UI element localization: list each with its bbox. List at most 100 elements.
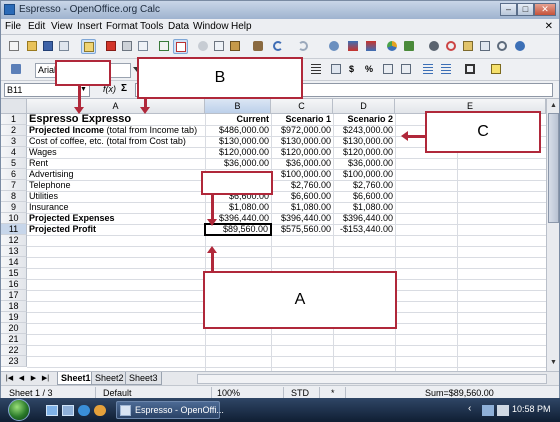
row-header[interactable]: 12 <box>1 235 27 246</box>
clock[interactable]: 10:58 PM <box>512 404 551 414</box>
menu-insert[interactable]: Insert <box>77 21 102 32</box>
menu-format[interactable]: Format <box>106 21 138 32</box>
cell-c7[interactable]: $2,760.00 <box>271 180 333 191</box>
new-document-icon[interactable] <box>7 39 22 54</box>
borders-icon[interactable] <box>463 62 478 77</box>
print-icon[interactable] <box>120 39 135 54</box>
cell-d4[interactable]: $120,000.00 <box>333 147 395 158</box>
cell-b3[interactable]: $130,000.00 <box>205 136 271 147</box>
vertical-scrollbar[interactable]: ▲ ▼ <box>546 99 559 371</box>
undo-icon[interactable] <box>271 39 286 54</box>
menu-edit[interactable]: Edit <box>28 21 45 32</box>
row-header[interactable]: 6 <box>1 169 27 180</box>
row-header[interactable]: 14 <box>1 257 27 268</box>
selection-mode[interactable]: STD <box>291 388 309 398</box>
zoom-icon[interactable] <box>495 39 510 54</box>
select-all-corner[interactable] <box>1 99 27 114</box>
spellcheck-icon[interactable] <box>157 39 172 54</box>
row-header[interactable]: 13 <box>1 246 27 257</box>
cell-d6[interactable]: $100,000.00 <box>333 169 395 180</box>
row-header[interactable]: 19 <box>1 312 27 323</box>
save-icon[interactable] <box>41 39 56 54</box>
background-color-icon[interactable] <box>489 62 504 77</box>
cell-a3[interactable]: Cost of coffee, etc. (total from Cost ta… <box>27 136 205 147</box>
cell-b1[interactable]: Current <box>205 114 271 125</box>
sort-ascending-icon[interactable] <box>346 39 361 54</box>
percent-format-button[interactable]: % <box>365 64 373 74</box>
menu-data[interactable]: Data <box>168 21 189 32</box>
cell-a5[interactable]: Rent <box>27 158 205 169</box>
zoom-level[interactable]: 100% <box>217 388 240 398</box>
open-folder-icon[interactable] <box>25 39 40 54</box>
cell-a2[interactable]: Projected Income (total from Income tab) <box>27 125 205 136</box>
decimal-delete-icon[interactable] <box>399 62 414 77</box>
edit-file-icon[interactable] <box>81 39 96 54</box>
switch-windows-icon[interactable] <box>62 405 74 416</box>
cell-d9[interactable]: $1,080.00 <box>333 202 395 213</box>
cell-c11[interactable]: $575,560.00 <box>271 224 333 235</box>
cell-d1[interactable]: Scenario 2 <box>333 114 395 125</box>
row-header[interactable]: 7 <box>1 180 27 191</box>
column-header-a[interactable]: A <box>27 99 205 114</box>
styles-icon[interactable] <box>9 62 24 77</box>
hyperlink-icon[interactable] <box>327 39 342 54</box>
cell-a6[interactable]: Advertising <box>27 169 205 180</box>
cell-d10[interactable]: $396,440.00 <box>333 213 395 224</box>
column-header-d[interactable]: D <box>333 99 395 114</box>
cell-b5[interactable]: $36,000.00 <box>205 158 271 169</box>
find-replace-icon[interactable] <box>427 39 442 54</box>
cell-a7[interactable]: Telephone <box>27 180 205 191</box>
row-header[interactable]: 5 <box>1 158 27 169</box>
cell-d7[interactable]: $2,760.00 <box>333 180 395 191</box>
cell-a9[interactable]: Insurance <box>27 202 205 213</box>
menu-file[interactable]: File <box>5 21 21 32</box>
cell-d11[interactable]: -$153,440.00 <box>333 224 395 235</box>
show-desktop-icon[interactable] <box>46 405 58 416</box>
cell-c9[interactable]: $1,080.00 <box>271 202 333 213</box>
horizontal-scrollbar[interactable] <box>197 374 547 384</box>
align-justify-icon[interactable] <box>309 62 324 77</box>
cell-c5[interactable]: $36,000.00 <box>271 158 333 169</box>
copy-icon[interactable] <box>212 39 227 54</box>
next-sheet-icon[interactable]: ▶ <box>29 374 38 384</box>
row-header[interactable]: 9 <box>1 202 27 213</box>
scroll-up-icon[interactable]: ▲ <box>548 100 559 112</box>
cell-c6[interactable]: $100,000.00 <box>271 169 333 180</box>
first-sheet-icon[interactable]: |◀ <box>5 374 14 384</box>
cell-a1[interactable]: Espresso Expresso <box>27 114 205 125</box>
menu-tools[interactable]: Tools <box>140 21 163 32</box>
indent-increase-icon[interactable] <box>439 62 454 77</box>
taskbar-task-espresso[interactable]: Espresso - OpenOffi... <box>116 401 224 419</box>
row-header[interactable]: 11 <box>1 224 27 235</box>
start-button[interactable] <box>8 399 30 421</box>
cut-icon[interactable] <box>196 39 211 54</box>
cell-d3[interactable]: $130,000.00 <box>333 136 395 147</box>
maximize-button[interactable]: □ <box>517 3 534 16</box>
cell-a11[interactable]: Projected Profit <box>27 224 205 235</box>
draw-functions-icon[interactable] <box>402 39 417 54</box>
row-header[interactable]: 8 <box>1 191 27 202</box>
tray-expand-icon[interactable]: ‹ <box>468 403 471 414</box>
network-icon[interactable] <box>482 405 494 416</box>
minimize-button[interactable]: – <box>500 3 517 16</box>
cell-c3[interactable]: $130,000.00 <box>271 136 333 147</box>
gallery-icon[interactable] <box>461 39 476 54</box>
cell-d8[interactable]: $6,600.00 <box>333 191 395 202</box>
cell-a4[interactable]: Wages <box>27 147 205 158</box>
volume-icon[interactable] <box>497 405 509 416</box>
cell-c4[interactable]: $120,000.00 <box>271 147 333 158</box>
row-header[interactable]: 22 <box>1 345 27 356</box>
menu-help[interactable]: Help <box>231 21 252 32</box>
close-button[interactable]: ✕ <box>534 3 556 16</box>
page-preview-icon[interactable] <box>136 39 151 54</box>
tab-sheet1[interactable]: Sheet1 <box>57 372 95 385</box>
cell-c1[interactable]: Scenario 1 <box>271 114 333 125</box>
row-header[interactable]: 17 <box>1 290 27 301</box>
close-document-icon[interactable]: ✕ <box>545 21 553 32</box>
row-header[interactable]: 18 <box>1 301 27 312</box>
clone-formatting-icon[interactable] <box>251 39 266 54</box>
currency-format-button[interactable]: $ <box>349 64 354 74</box>
cell-b9[interactable]: $1,080.00 <box>205 202 271 213</box>
sum-button[interactable]: Σ <box>121 83 127 94</box>
scrollbar-thumb[interactable] <box>548 113 559 223</box>
